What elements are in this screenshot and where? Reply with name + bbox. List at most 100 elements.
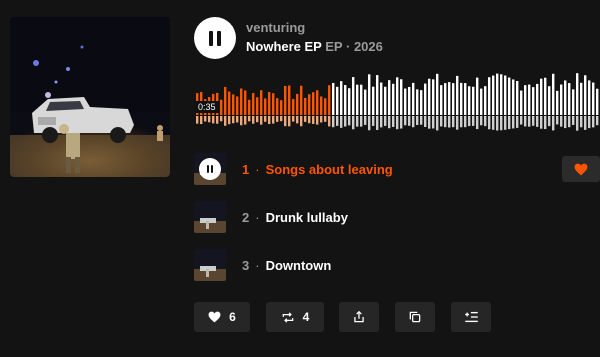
waveform-reflection [516,116,519,128]
waveform-reflection [508,116,511,130]
waveform-bar [388,80,391,115]
waveform-bar [340,81,343,115]
waveform-reflection [576,116,579,131]
waveform-reflection [212,116,215,124]
waveform-reflection [504,116,507,130]
waveform-reflection [416,116,419,125]
track-thumbnail[interactable] [194,249,226,281]
waveform-bar [320,96,323,115]
add-to-queue-button[interactable] [451,302,491,332]
waveform-bar [424,83,427,115]
waveform-bar [324,98,327,115]
waveform-reflection [472,116,475,126]
waveform-bar [220,99,223,115]
waveform-reflection [440,116,443,127]
waveform-bar [304,97,307,115]
waveform-bar [268,92,271,115]
waveform-reflection [296,116,299,124]
waveform-bar [580,82,583,115]
waveform-reflection [420,116,423,125]
track-number: 1 [242,161,250,177]
waveform-bar [464,83,467,115]
waveform-bar [520,90,523,115]
waveform-bar [396,77,399,115]
track-row-2[interactable]: 2 · Drunk lullaby [194,201,600,233]
waveform-reflection [412,116,415,128]
copy-link-button[interactable] [395,302,435,332]
track-pause-icon [199,158,221,180]
track-row-1[interactable]: 1 · Songs about leaving [194,153,600,185]
waveform-reflection [520,116,523,125]
track-title[interactable]: Songs about leaving [266,162,393,177]
waveform-reflection [560,116,563,127]
waveform-bar [240,88,243,115]
waveform-reflection [452,116,455,128]
waveform-reflection [308,116,311,124]
waveform-bar [524,85,527,115]
waveform-bar [528,84,531,115]
waveform-reflection [252,116,255,124]
waveform-bar [352,77,355,115]
waveform-bar [512,79,515,115]
waveform-reflection [240,116,243,126]
waveform-bar [276,98,279,115]
waveform-reflection [492,116,495,130]
track-number: 2 [242,209,250,225]
waveform-reflection [556,116,559,125]
waveform-bar [492,75,495,115]
play-pause-button[interactable] [194,17,236,59]
repost-button[interactable]: 4 [266,302,324,332]
share-button[interactable] [339,302,379,332]
waveform-bar [460,82,463,115]
waveform-bar [508,77,511,115]
track-thumbnail[interactable] [194,153,226,185]
waveform-reflection [352,116,355,130]
waveform-reflection [372,116,375,126]
waveform-reflection [400,116,403,129]
album-artwork[interactable] [10,17,170,177]
track-title[interactable]: Downtown [266,258,332,273]
waveform-bar [380,82,383,115]
waveform-bar [452,83,455,115]
waveform-reflection [380,116,383,128]
waveform-bar [288,85,291,115]
waveform-bar [404,88,407,115]
waveform-bar [384,86,387,115]
waveform-bar [468,86,471,115]
waveform-bar [588,80,591,115]
like-button[interactable]: 6 [194,302,250,332]
waveform-bar [496,73,499,115]
waveform-reflection [488,116,491,130]
waveform-bar [488,77,491,115]
waveform-bar [596,88,599,115]
waveform-reflection [288,116,291,127]
waveform-bar [480,88,483,115]
waveform-reflection [292,116,295,122]
release-title[interactable]: Nowhere EP [246,39,322,54]
waveform-bar [532,87,535,115]
waveform[interactable] [196,70,600,134]
waveform-reflection [284,116,287,127]
waveform-reflection [344,116,347,127]
waveform-bar [552,73,555,115]
waveform-reflection [300,116,303,127]
waveform-reflection [428,116,431,129]
waveform-reflection [264,116,267,122]
track-thumbnail[interactable] [194,201,226,233]
waveform-reflection [436,116,439,131]
waveform-reflection [540,116,543,129]
waveform-reflection [244,116,247,125]
waveform-reflection [196,116,199,124]
waveform-reflection [208,116,211,123]
track-row-3[interactable]: 3 · Downtown [194,249,600,281]
waveform-reflection [476,116,479,130]
artist-name[interactable]: venturing [246,20,305,35]
track-title[interactable]: Drunk lullaby [266,210,348,225]
track-like-button[interactable] [562,156,600,182]
heart-icon [208,311,221,323]
waveform-reflection [424,116,427,127]
share-icon [354,310,364,323]
heart-icon [574,163,588,175]
waveform-bar [376,75,379,115]
waveform-reflection [388,116,391,129]
